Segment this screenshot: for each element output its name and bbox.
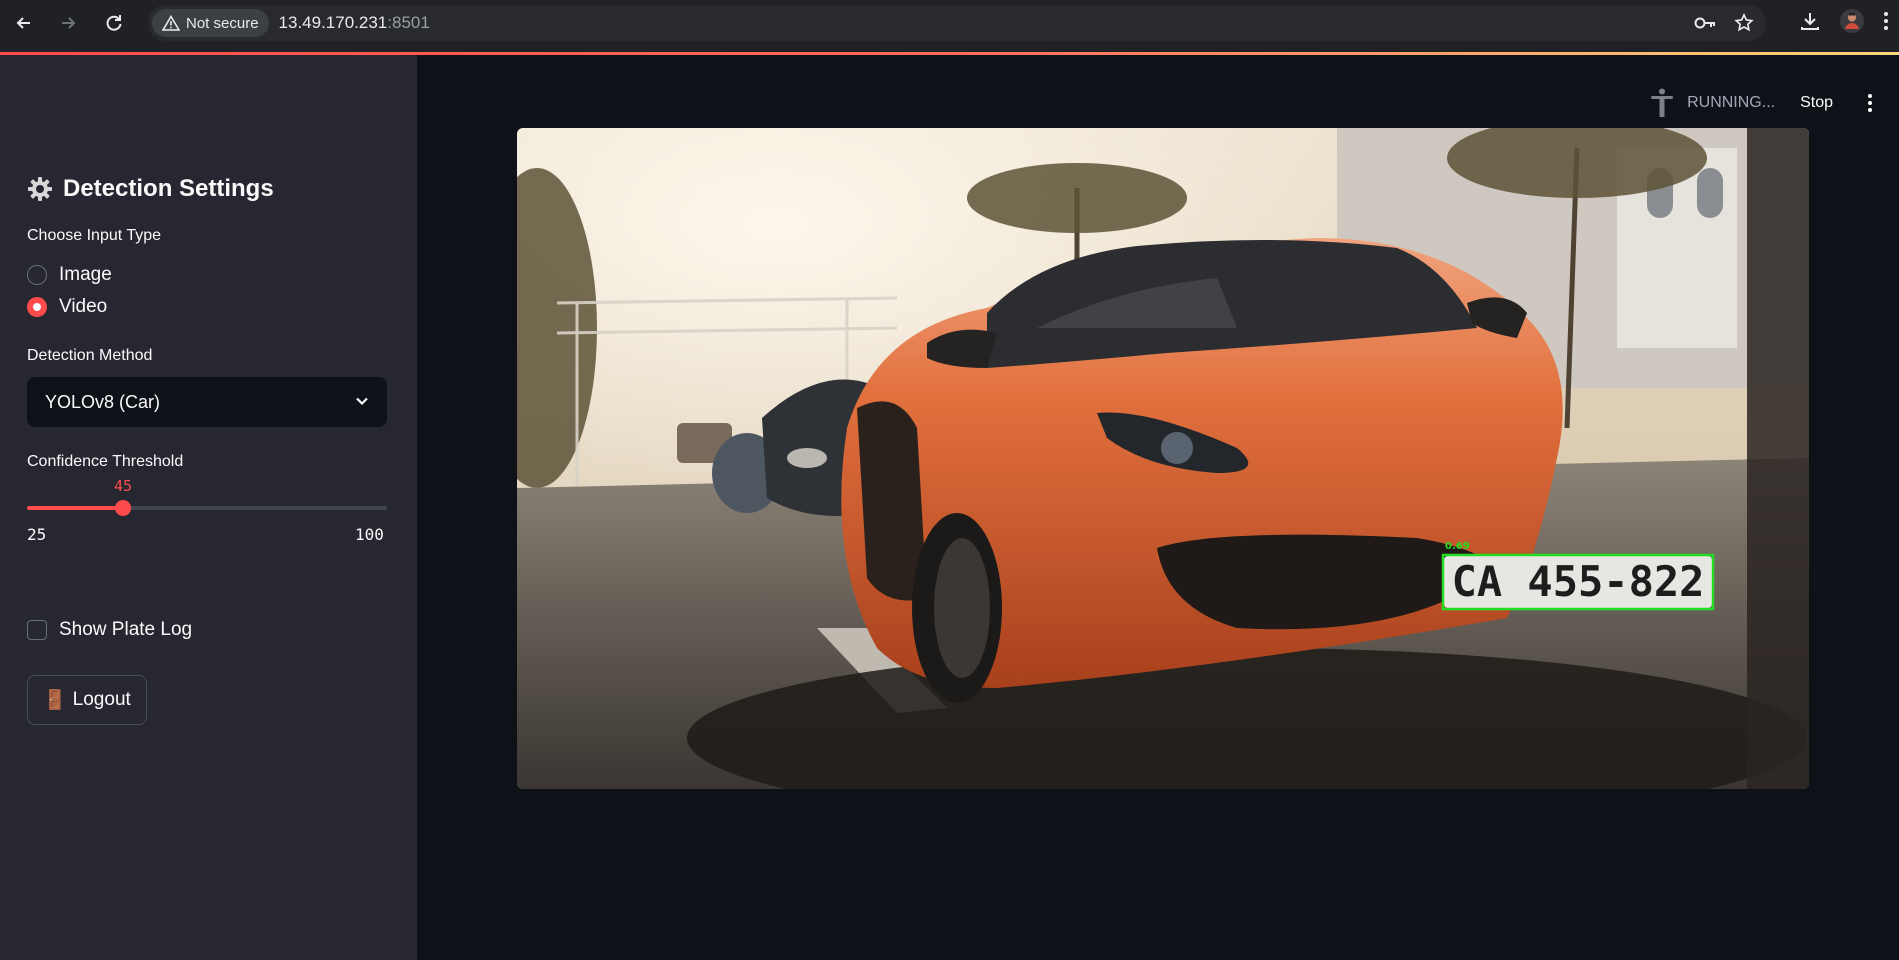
confidence-slider[interactable] — [27, 500, 387, 516]
radio-image[interactable]: Image — [27, 264, 112, 286]
app-status-bar: RUNNING... Stop — [1649, 83, 1899, 123]
radio-video[interactable]: Video — [27, 296, 107, 318]
video-frame-image: CA 455-822 0.69 — [517, 128, 1809, 789]
detection-confidence-label: 0.69 — [1445, 541, 1470, 552]
url-text: 13.49.170.231:8501 — [279, 13, 430, 33]
radio-image-dot[interactable] — [27, 265, 47, 285]
confidence-value: 45 — [113, 477, 133, 495]
license-plate-text: CA 455-822 — [1452, 557, 1705, 606]
running-person-icon — [1651, 88, 1674, 117]
show-plate-log-checkbox[interactable]: Show Plate Log — [27, 619, 192, 641]
confidence-label: Confidence Threshold — [27, 453, 184, 470]
video-frame: CA 455-822 0.69 — [517, 128, 1809, 789]
forward-arrow-icon — [62, 17, 76, 29]
radio-video-label: Video — [59, 296, 108, 317]
detection-method-value: YOLOv8 (Car) — [45, 391, 161, 412]
logout-label: Logout — [72, 689, 131, 710]
chevron-down-icon — [356, 397, 368, 406]
confidence-min: 25 — [27, 525, 47, 544]
reload-button[interactable] — [102, 11, 126, 35]
url-port: :8501 — [387, 13, 430, 32]
password-key-icon[interactable] — [1694, 16, 1716, 30]
gear-icon — [28, 177, 52, 201]
reload-icon — [106, 15, 122, 31]
running-indicator: RUNNING... — [1649, 88, 1775, 118]
security-label: Not secure — [186, 14, 259, 32]
stop-button[interactable]: Stop — [1800, 94, 1833, 112]
download-icon[interactable] — [1799, 10, 1821, 32]
confidence-slider-fill — [27, 506, 123, 510]
forward-button[interactable] — [56, 11, 80, 35]
main-content: RUNNING... Stop CA 455-822 0.69 — [417, 55, 1899, 960]
url-host: 13.49.170.231 — [278, 13, 388, 32]
back-button[interactable] — [12, 11, 36, 35]
radio-video-dot[interactable] — [27, 297, 47, 317]
site-info-chip[interactable]: Not secure — [152, 9, 269, 37]
sidebar-title: Detection Settings — [27, 175, 274, 203]
confidence-slider-thumb[interactable] — [115, 500, 131, 516]
confidence-max: 100 — [355, 525, 384, 544]
running-text: RUNNING... — [1687, 94, 1776, 111]
browser-menu-icon[interactable] — [1883, 10, 1889, 32]
door-icon: 🚪 — [43, 690, 67, 711]
show-plate-log-box[interactable] — [27, 620, 47, 640]
sidebar: Detection Settings Choose Input Type Ima… — [0, 55, 417, 960]
address-bar[interactable]: Not secure 13.49.170.231:8501 — [148, 5, 1766, 41]
warning-icon — [162, 15, 180, 31]
browser-toolbar: Not secure 13.49.170.231:8501 — [0, 0, 1899, 52]
detection-method-select[interactable]: YOLOv8 (Car) — [27, 377, 387, 427]
show-plate-log-label: Show Plate Log — [59, 619, 193, 640]
logout-button[interactable]: 🚪 Logout — [27, 675, 147, 725]
back-arrow-icon — [16, 17, 30, 29]
sidebar-title-text: Detection Settings — [63, 175, 274, 202]
radio-image-label: Image — [59, 264, 112, 285]
input-type-label: Choose Input Type — [27, 227, 162, 244]
detection-method-label: Detection Method — [27, 347, 153, 364]
bookmark-star-icon[interactable] — [1734, 13, 1754, 33]
app-menu-icon[interactable] — [1868, 94, 1872, 112]
profile-avatar-icon[interactable] — [1839, 8, 1865, 34]
